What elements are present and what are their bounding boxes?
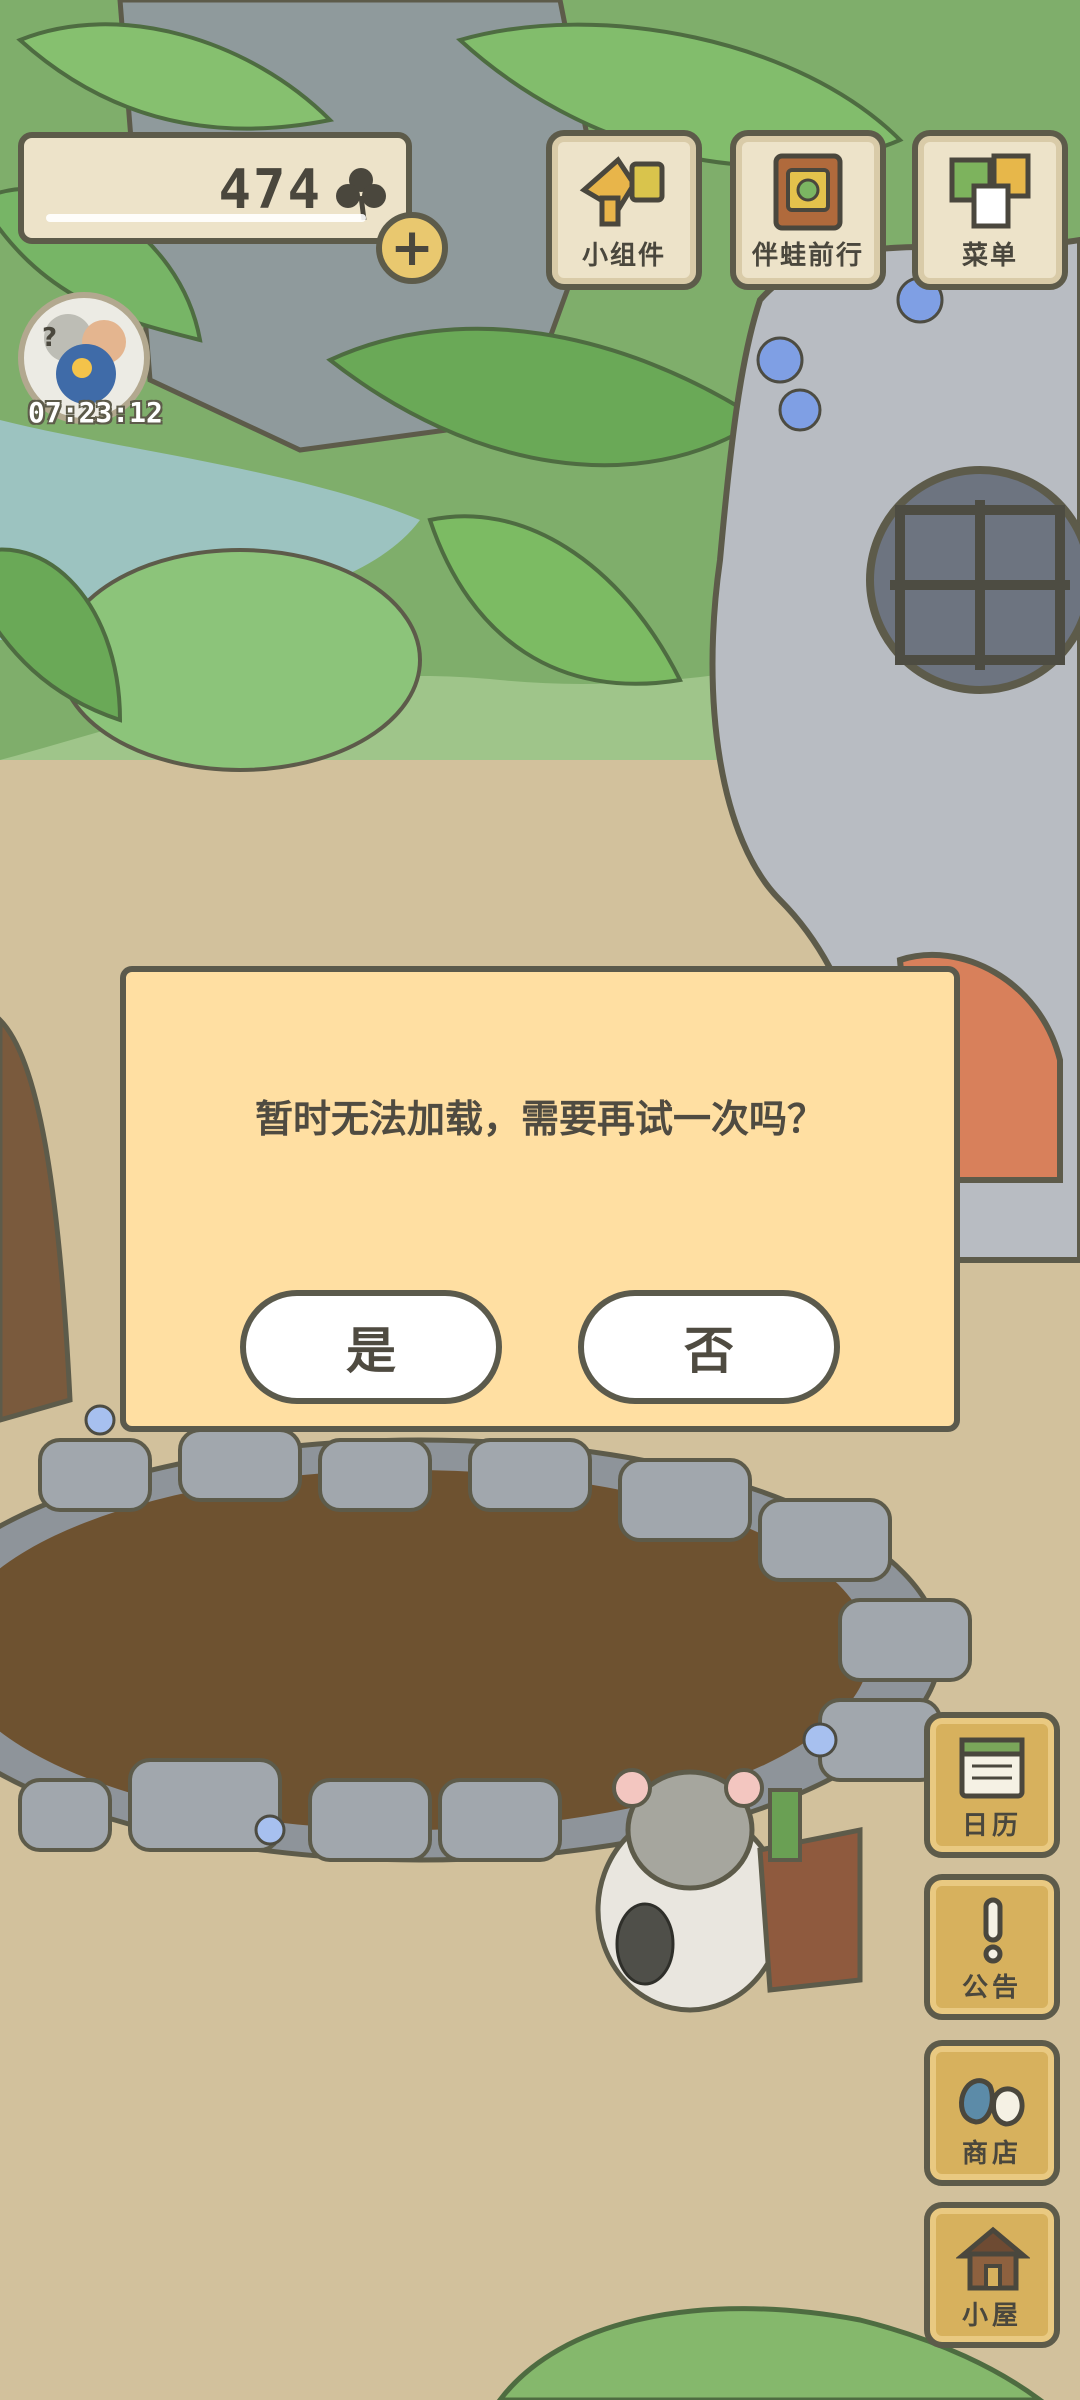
shop-bags-icon: [959, 2078, 1025, 2127]
clover-counter: 474: [18, 132, 412, 244]
svg-text:?: ?: [42, 323, 57, 353]
notice-label: 公告: [961, 1973, 1022, 2003]
yes-button[interactable]: 是: [240, 1290, 502, 1404]
menu-button[interactable]: 菜单: [912, 130, 1068, 290]
exclamation-icon: [983, 1897, 1003, 1964]
retry-load-dialog: 暂时无法加载，需要再试一次吗？ 是 否: [120, 966, 960, 1432]
widgets-button[interactable]: 小组件: [546, 130, 702, 290]
travel-together-label: 伴蛙前行: [751, 241, 864, 271]
travel-book-icon: [773, 153, 843, 231]
clover-count: 474: [218, 158, 322, 221]
calendar-icon: [959, 1737, 1025, 1799]
visitor-timer: 07:23:12: [28, 396, 163, 429]
calendar-button[interactable]: 日历: [924, 1712, 1060, 1858]
shop-label: 商店: [961, 2139, 1022, 2169]
notice-button[interactable]: 公告: [924, 1874, 1060, 2020]
house-icon: [956, 2226, 1030, 2291]
calendar-label: 日历: [961, 1811, 1022, 1841]
shop-button[interactable]: 商店: [924, 2040, 1060, 2186]
no-button[interactable]: 否: [578, 1290, 840, 1404]
travel-together-button[interactable]: 伴蛙前行: [730, 130, 886, 290]
menu-cards-icon: [949, 153, 1031, 229]
dialog-message: 暂时无法加载，需要再试一次吗？: [254, 1097, 825, 1141]
house-label: 小屋: [961, 2301, 1022, 2331]
menu-label: 菜单: [961, 241, 1018, 271]
house-button[interactable]: 小屋: [924, 2202, 1060, 2348]
widgets-label: 小组件: [581, 241, 666, 271]
widgets-icon: [579, 156, 665, 227]
clover-underline: [46, 214, 366, 222]
add-clover-button[interactable]: +: [376, 212, 448, 284]
